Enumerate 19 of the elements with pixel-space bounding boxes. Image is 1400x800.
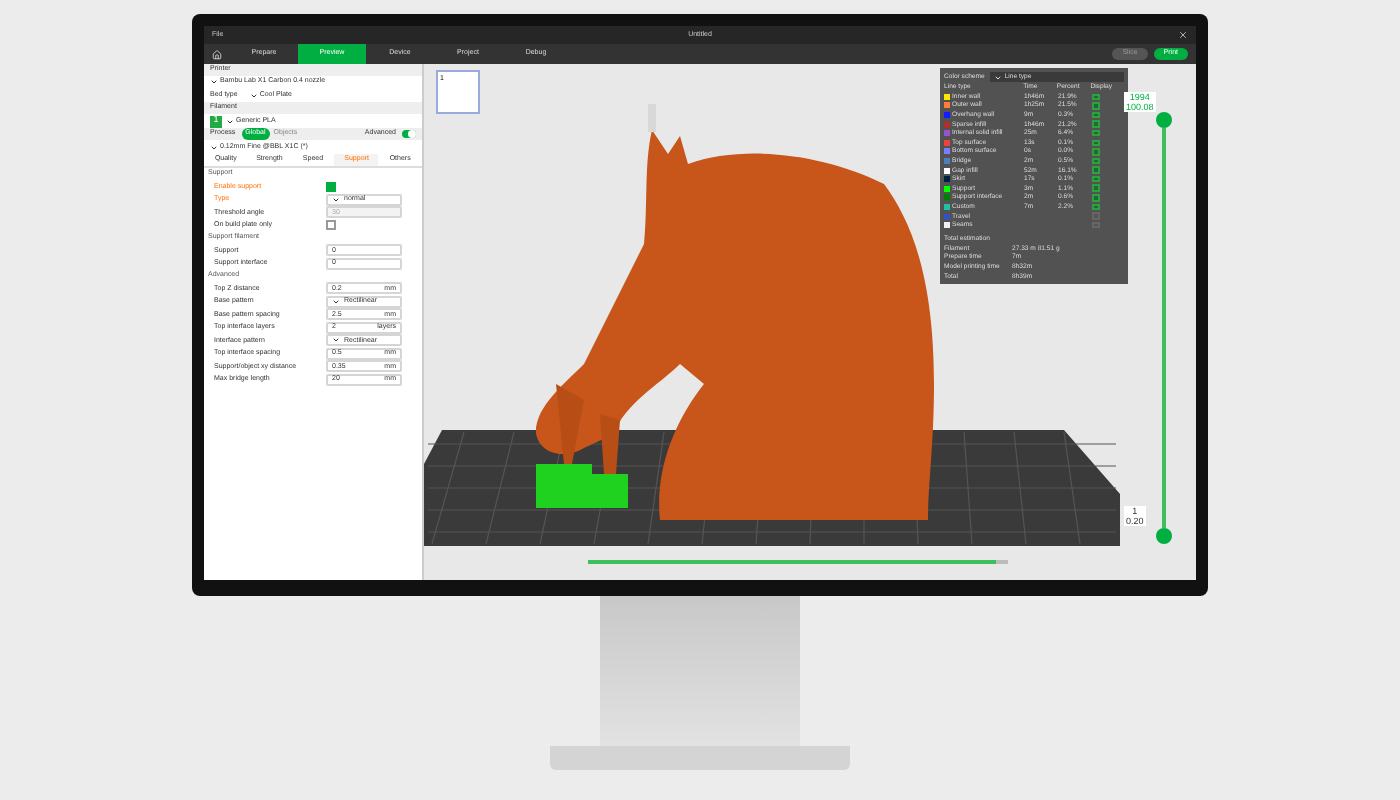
display-checkbox[interactable] bbox=[1092, 93, 1099, 101]
display-checkbox[interactable] bbox=[1092, 166, 1099, 174]
display-checkbox[interactable] bbox=[1092, 111, 1099, 119]
display-checkbox[interactable] bbox=[1092, 148, 1099, 156]
display-checkbox[interactable] bbox=[1092, 157, 1099, 165]
slider-thumb[interactable] bbox=[1156, 112, 1172, 128]
display-checkbox[interactable] bbox=[1092, 175, 1099, 183]
display-checkbox[interactable] bbox=[1092, 139, 1099, 147]
slider-thumb[interactable] bbox=[1156, 528, 1172, 544]
display-checkbox[interactable] bbox=[1092, 184, 1099, 192]
display-checkbox[interactable] bbox=[1092, 129, 1099, 137]
display-checkbox[interactable] bbox=[1092, 102, 1099, 110]
checkbox[interactable] bbox=[326, 181, 336, 192]
advanced-switch[interactable] bbox=[402, 130, 416, 138]
display-checkbox[interactable] bbox=[1092, 203, 1099, 211]
display-checkbox[interactable] bbox=[1092, 120, 1099, 128]
display-checkbox[interactable] bbox=[1092, 194, 1099, 202]
home-icon[interactable] bbox=[212, 49, 222, 59]
checkbox[interactable] bbox=[326, 220, 336, 231]
